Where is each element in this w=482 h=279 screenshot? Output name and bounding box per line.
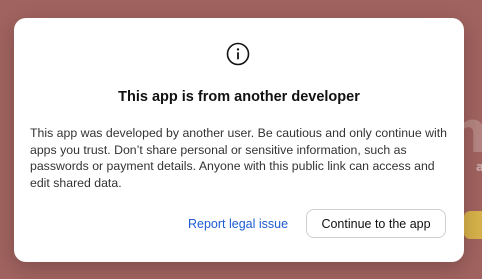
developer-warning-dialog: This app is from another developer This … [14,18,464,262]
report-legal-issue-link[interactable]: Report legal issue [188,217,288,231]
info-icon [226,42,250,66]
background-content-text: a [475,160,482,174]
dialog-title: This app is from another developer [118,89,360,105]
dialog-message: This app was developed by another user. … [30,126,447,190]
continue-to-app-button[interactable]: Continue to the app [306,209,446,238]
background-button [464,211,482,239]
